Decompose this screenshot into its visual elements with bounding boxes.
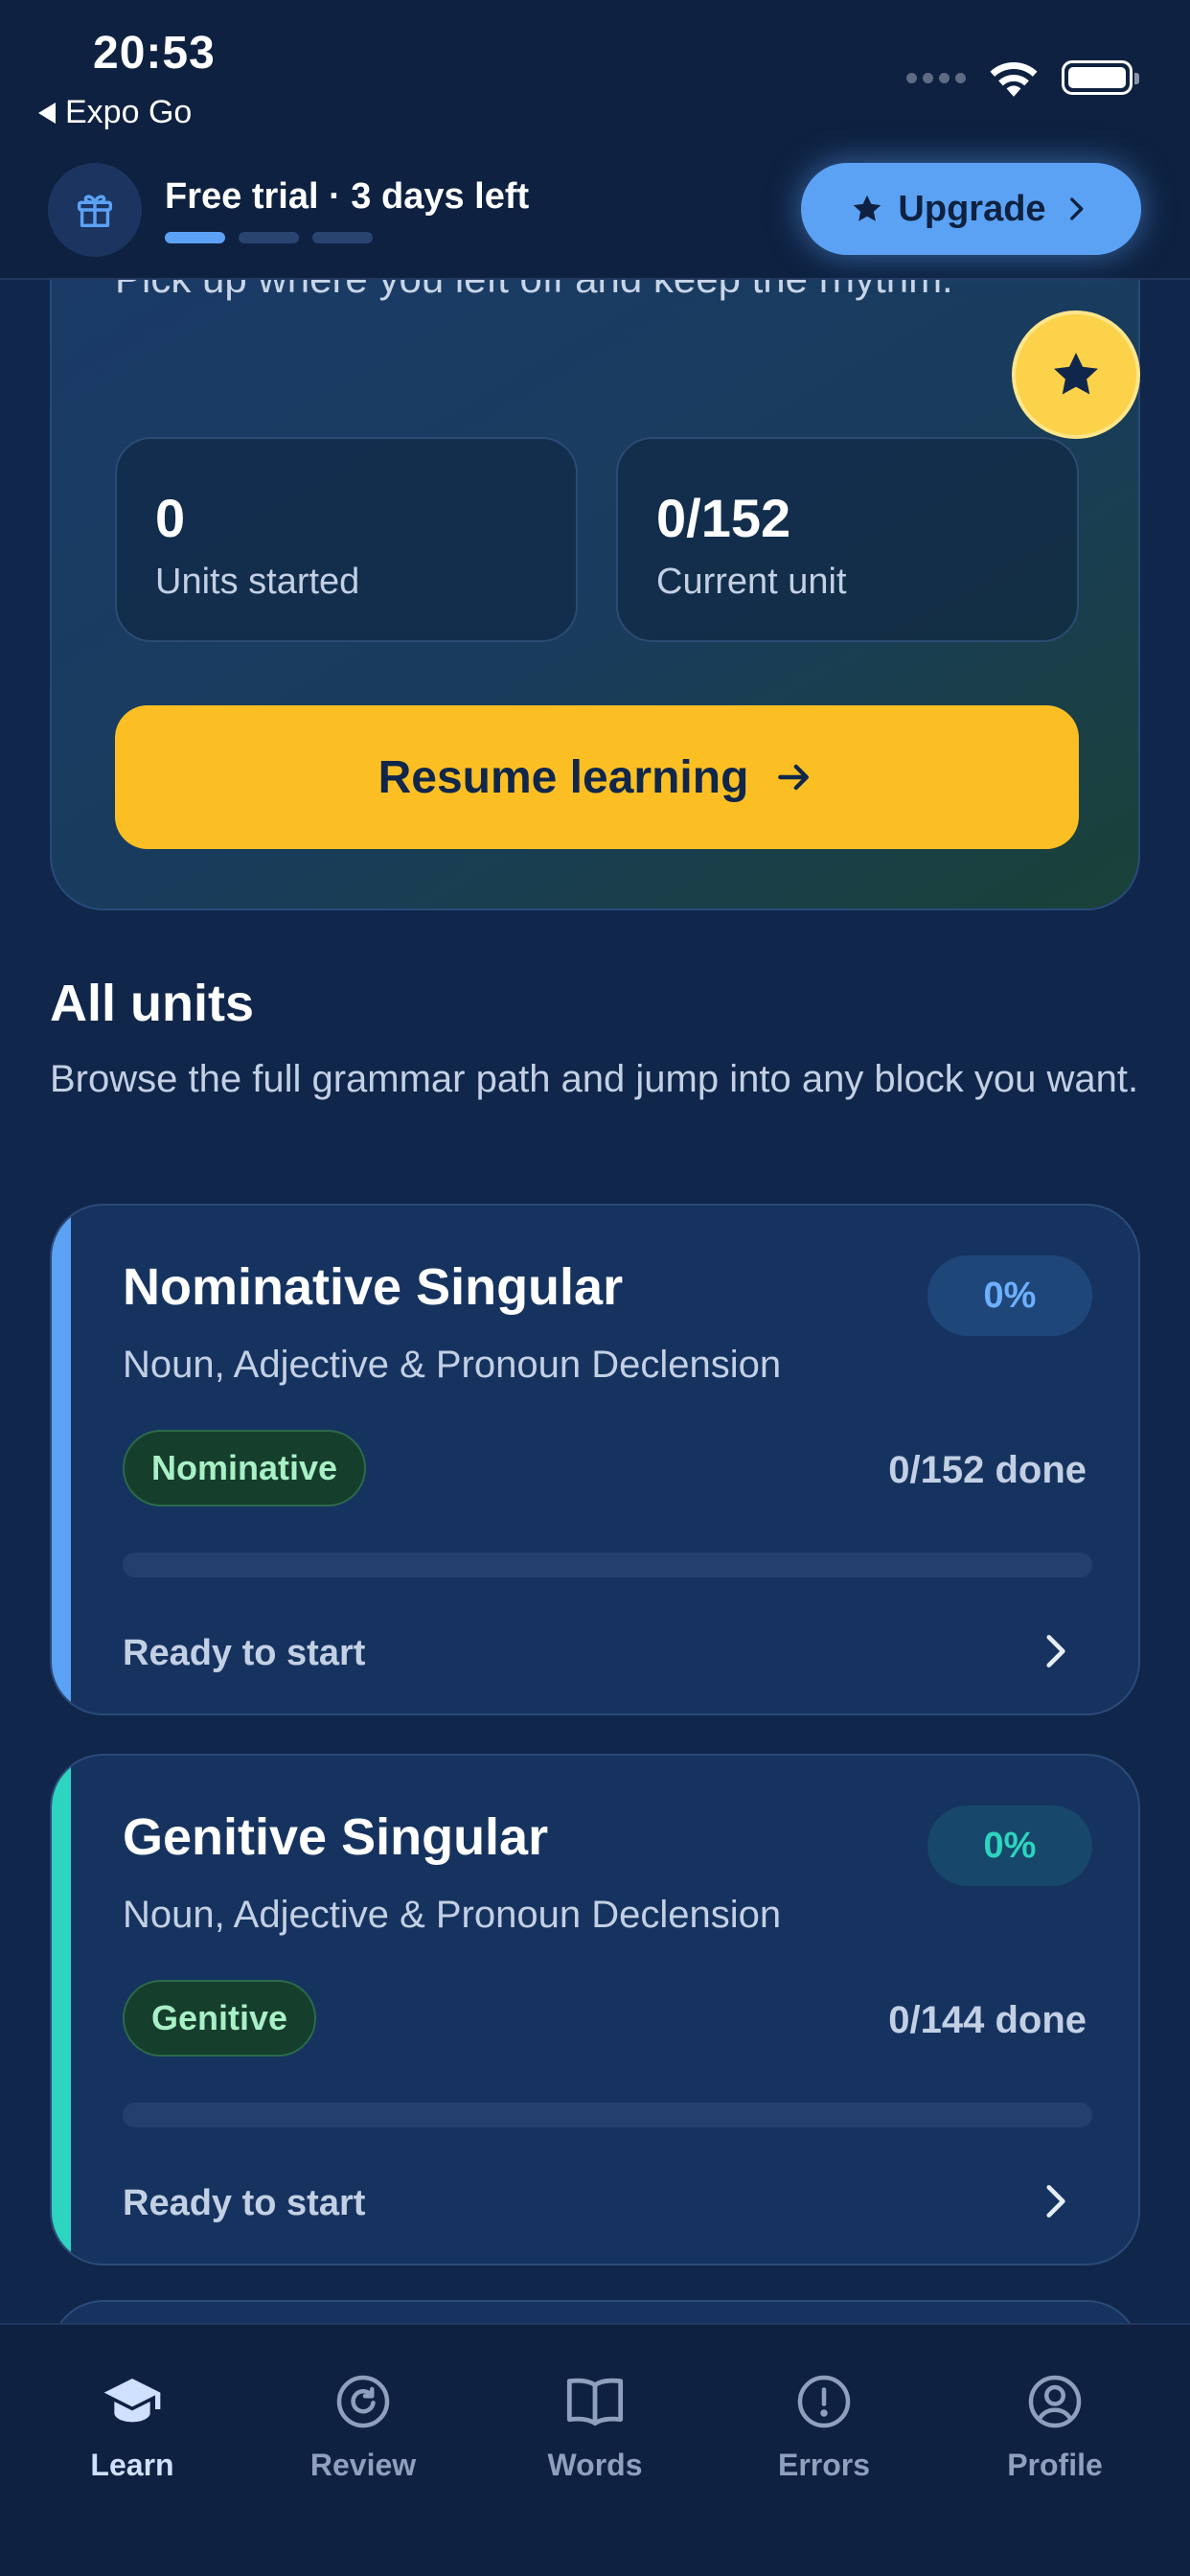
- gift-icon: [77, 195, 113, 228]
- chevron-right-icon: [1069, 197, 1083, 220]
- stat-current-unit: 0/152 Current unit: [616, 437, 1079, 642]
- unit-done-count: 0/152 done: [888, 1449, 1087, 1491]
- unit-case-tag: Nominative: [123, 1430, 367, 1506]
- section-description: Browse the full grammar path and jump in…: [50, 1058, 1139, 1100]
- bottom-tab-bar: Learn Review Words Errors Profile: [0, 2323, 1190, 2576]
- unit-subtitle: Noun, Adjective & Pronoun Declension: [123, 1894, 782, 1936]
- tab-label: Words: [547, 2448, 643, 2482]
- unit-accent-bar: [52, 1206, 71, 1714]
- tab-label: Profile: [1007, 2448, 1103, 2482]
- user-circle-icon: [1028, 2375, 1082, 2428]
- stat-label: Units started: [155, 562, 360, 602]
- resume-learning-button[interactable]: Resume learning: [115, 705, 1079, 849]
- unit-card-genitive-singular[interactable]: Genitive Singular Noun, Adjective & Pron…: [50, 1754, 1140, 2266]
- chevron-right-icon: [1046, 2185, 1065, 2218]
- unit-status: Ready to start: [123, 2183, 366, 2223]
- trial-progress-segment: [239, 232, 299, 243]
- trial-progress-segment: [165, 232, 225, 243]
- tab-label: Review: [309, 2448, 417, 2482]
- upgrade-label: Upgrade: [898, 188, 1046, 229]
- tab-label: Learn: [90, 2448, 174, 2482]
- section-title: All units: [50, 975, 254, 1032]
- battery-icon: [1062, 60, 1139, 95]
- tab-words[interactable]: Words: [499, 2373, 691, 2483]
- stat-value: 0: [155, 488, 186, 548]
- unit-case-tag: Genitive: [123, 1980, 317, 2057]
- back-triangle-icon: [38, 102, 56, 124]
- unit-accent-bar: [52, 1756, 71, 2264]
- tab-errors[interactable]: Errors: [728, 2373, 920, 2483]
- star-icon: [854, 195, 881, 221]
- book-icon: [566, 2378, 624, 2426]
- chevron-right-icon: [1046, 1635, 1065, 1668]
- wifi-icon: [990, 62, 1038, 97]
- tab-profile[interactable]: Profile: [959, 2373, 1151, 2483]
- resume-hero-card: Pick up where you left off and keep the …: [50, 192, 1140, 910]
- status-indicators: [906, 58, 1139, 98]
- cellular-signal-icon: [906, 72, 966, 83]
- top-bar: 20:53 Expo Go Free trial · 3 days left U…: [0, 0, 1190, 280]
- unit-progress-bar: [123, 1552, 1092, 1577]
- star-icon: [1054, 353, 1098, 395]
- unit-title: Genitive Singular: [123, 1808, 549, 1866]
- resume-learning-label: Resume learning: [378, 751, 749, 803]
- trial-progress-indicator: [165, 232, 373, 243]
- stat-label: Current unit: [656, 562, 847, 602]
- unit-status: Ready to start: [123, 1633, 366, 1673]
- graduation-cap-icon: [103, 2379, 161, 2423]
- tab-review[interactable]: Review: [267, 2373, 459, 2483]
- unit-title: Nominative Singular: [123, 1258, 624, 1316]
- arrow-right-icon: [778, 764, 810, 791]
- unit-percent-badge: 0%: [927, 1806, 1092, 1886]
- star-badge: [1012, 310, 1140, 439]
- gift-badge: [48, 163, 142, 257]
- back-app-label: Expo Go: [65, 94, 193, 130]
- tab-learn[interactable]: Learn: [36, 2373, 228, 2483]
- back-to-app-link[interactable]: Expo Go: [38, 94, 192, 131]
- alert-circle-icon: [797, 2375, 851, 2428]
- upgrade-button[interactable]: Upgrade: [801, 163, 1141, 255]
- unit-progress-bar: [123, 2103, 1092, 2128]
- unit-done-count: 0/144 done: [888, 1999, 1087, 2041]
- status-time: 20:53: [93, 28, 216, 79]
- unit-card-nominative-singular[interactable]: Nominative Singular Noun, Adjective & Pr…: [50, 1204, 1140, 1715]
- refresh-icon: [336, 2375, 390, 2428]
- trial-progress-segment: [312, 232, 373, 243]
- stat-units-started: 0 Units started: [115, 437, 578, 642]
- unit-subtitle: Noun, Adjective & Pronoun Declension: [123, 1344, 782, 1386]
- stat-value: 0/152: [656, 488, 791, 548]
- tab-label: Errors: [777, 2448, 871, 2482]
- unit-percent-badge: 0%: [927, 1255, 1092, 1336]
- trial-status-text: Free trial · 3 days left: [165, 176, 530, 217]
